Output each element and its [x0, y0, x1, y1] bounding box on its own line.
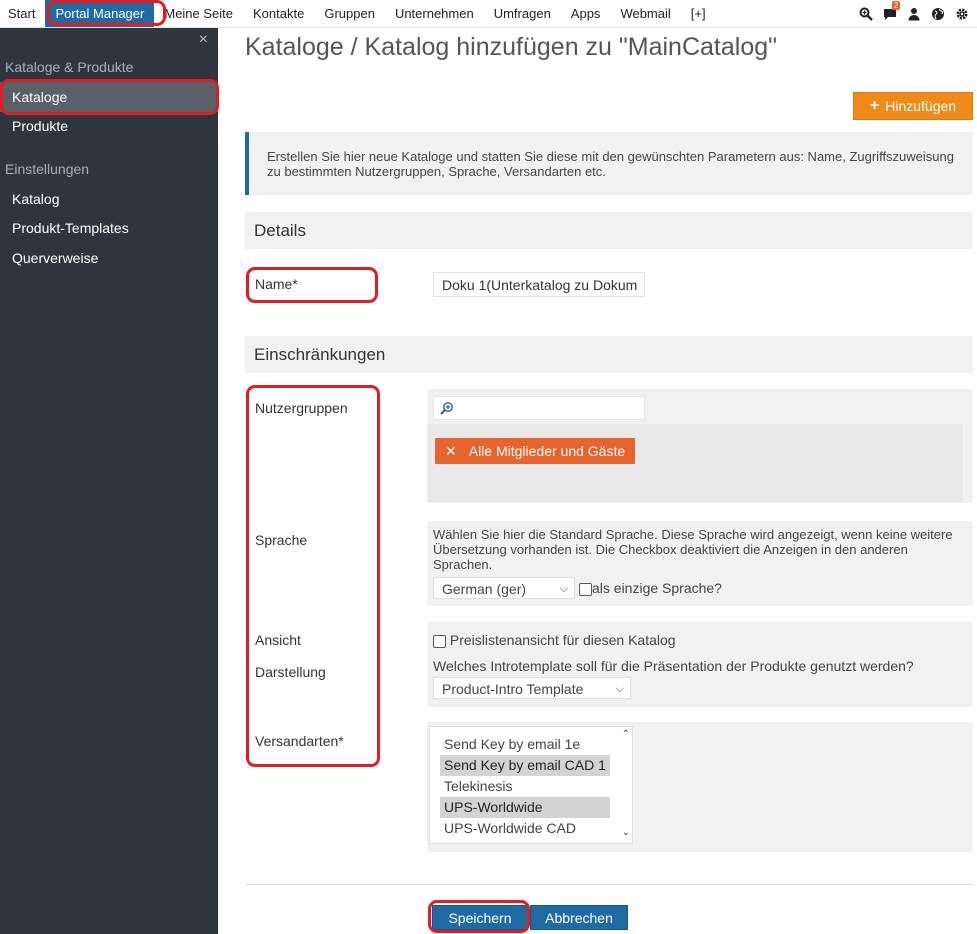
save-button[interactable]: Speichern	[432, 905, 528, 930]
sidebar-group-einstellungen: Einstellungen	[5, 161, 90, 177]
top-navigation-bar: Start Portal Manager Meine Seite Kontakt…	[0, 0, 977, 28]
only-language-label: als einzige Sprache?	[592, 580, 722, 596]
shipping-option[interactable]: UPS-Worldwide	[440, 797, 610, 818]
pricelist-option: Preislistenansicht für diesen Katalog	[433, 632, 676, 648]
shipping-option[interactable]: Send Key by email 1e	[440, 734, 610, 755]
info-text: Erstellen Sie hier neue Kataloge und sta…	[267, 149, 954, 179]
notification-badge: 2	[892, 0, 901, 10]
remove-tag-icon[interactable]: ✕	[445, 438, 457, 464]
nav-kontakte[interactable]: Kontakte	[243, 0, 314, 27]
details-heading: Details	[245, 212, 973, 249]
shipping-option[interactable]: UPS-Worldwide CAD	[440, 818, 610, 839]
only-language-checkbox[interactable]	[579, 582, 592, 596]
display-template-value: Product-Intro Template	[442, 681, 584, 697]
top-icons: 2	[859, 0, 969, 27]
sidebar: × Kataloge & Produkte Kataloge Produkte …	[0, 28, 218, 934]
search-add-icon	[440, 402, 453, 415]
sidebar-item-katalog[interactable]: Katalog	[0, 184, 218, 214]
add-button[interactable]: + Hinzufügen	[853, 92, 973, 120]
pricelist-checkbox[interactable]	[433, 634, 446, 648]
page-title: Kataloge / Katalog hinzufügen zu "MainCa…	[245, 33, 777, 61]
pricelist-label: Preislistenansicht für diesen Katalog	[449, 632, 676, 648]
gear-icon[interactable]	[955, 7, 969, 21]
divider	[245, 884, 973, 885]
nav-umfragen[interactable]: Umfragen	[484, 0, 561, 27]
view-label: Ansicht	[255, 632, 301, 648]
sidebar-item-produkt-templates[interactable]: Produkt-Templates	[0, 213, 218, 243]
usergroup-tag[interactable]: ✕ Alle Mitglieder und Gäste	[435, 438, 636, 464]
globe-icon[interactable]	[931, 7, 945, 21]
sidebar-item-produkte[interactable]: Produkte	[0, 111, 218, 141]
chevron-down-icon: ⌵	[615, 683, 624, 695]
usergroups-search-input[interactable]	[433, 396, 645, 420]
nav-gruppen[interactable]: Gruppen	[314, 0, 385, 27]
nav-start[interactable]: Start	[0, 0, 45, 27]
search-icon[interactable]	[859, 7, 873, 21]
scroll-up-icon[interactable]: ⌃	[622, 729, 630, 740]
main-content: Kataloge / Katalog hinzufügen zu "MainCa…	[218, 28, 977, 934]
nav-unternehmen[interactable]: Unternehmen	[385, 0, 484, 27]
restrictions-heading: Einschränkungen	[245, 336, 973, 373]
shipping-label: Versandarten*	[255, 733, 344, 749]
add-button-label: Hinzufügen	[885, 98, 957, 114]
name-label: Name*	[255, 276, 298, 292]
sidebar-item-kataloge[interactable]: Kataloge	[0, 82, 218, 112]
shipping-option[interactable]: Send Key by email CAD 1	[440, 755, 610, 776]
display-help-text: Welches Introtemplate soll für die Präse…	[433, 658, 914, 674]
close-icon[interactable]: ×	[199, 31, 208, 49]
annotation-highlight	[246, 385, 380, 767]
chat-icon[interactable]: 2	[883, 0, 901, 21]
language-select[interactable]: German (ger) ⌵	[433, 577, 575, 599]
language-help-text: Wählen Sie hier die Standard Sprache. Di…	[433, 527, 953, 572]
shipping-option[interactable]: Telekinesis	[440, 776, 610, 797]
sidebar-group-kataloge-produkte: Kataloge & Produkte	[5, 59, 134, 75]
only-language-option: als einzige Sprache?	[579, 580, 722, 596]
nav-webmail[interactable]: Webmail	[610, 0, 680, 27]
nav-meine-seite[interactable]: Meine Seite	[154, 0, 243, 27]
info-box: Erstellen Sie hier neue Kataloge und sta…	[245, 132, 973, 195]
display-label: Darstellung	[255, 664, 326, 680]
nav-add-more[interactable]: [+]	[681, 0, 716, 27]
chevron-down-icon: ⌵	[559, 583, 568, 595]
main-nav: Start Portal Manager Meine Seite Kontakt…	[0, 0, 716, 27]
user-icon[interactable]	[907, 7, 921, 21]
usergroups-label: Nutzergruppen	[255, 400, 348, 416]
cancel-button[interactable]: Abbrechen	[530, 905, 628, 930]
nav-portal-manager[interactable]: Portal Manager	[45, 0, 155, 27]
shipping-listbox[interactable]: Send Key by email 1e Send Key by email C…	[429, 726, 633, 844]
usergroup-tag-label: Alle Mitglieder und Gäste	[468, 443, 626, 459]
scroll-down-icon[interactable]: ⌄	[622, 827, 630, 838]
display-template-select[interactable]: Product-Intro Template ⌵	[433, 677, 631, 699]
nav-apps[interactable]: Apps	[561, 0, 611, 27]
language-select-value: German (ger)	[442, 581, 527, 597]
name-input[interactable]: Doku 1(Unterkatalog zu Dokum	[433, 272, 645, 297]
plus-icon: +	[869, 97, 880, 114]
language-label: Sprache	[255, 532, 308, 548]
sidebar-item-querverweise[interactable]: Querverweise	[0, 243, 218, 273]
